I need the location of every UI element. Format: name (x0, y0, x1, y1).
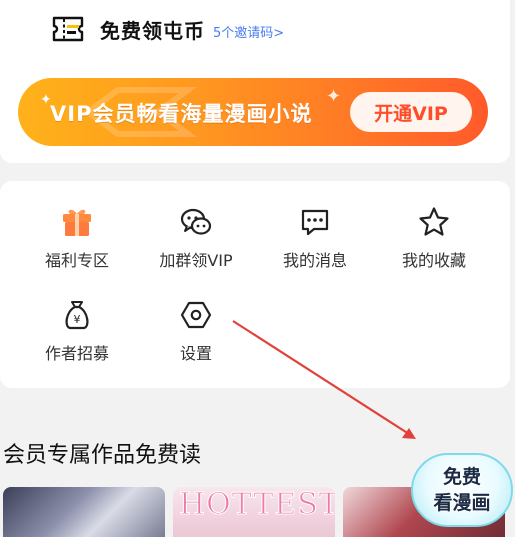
menu-label: 我的收藏 (401, 251, 466, 270)
menu-item-settings[interactable]: 设置 (141, 298, 251, 364)
star-icon (419, 207, 449, 236)
comic-cover[interactable] (3, 487, 165, 537)
gift-icon (63, 209, 91, 236)
menu-item-author-recruit[interactable]: ¥ 作者招募 (22, 298, 132, 364)
sparkle-icon: ✦ (326, 86, 342, 107)
menu-item-favorites[interactable]: 我的收藏 (379, 205, 489, 271)
ticket-icon (52, 16, 84, 42)
vip-banner-text: VIP会员畅看海量漫画小说 (50, 102, 313, 126)
comic-cover[interactable]: HOTTEST (173, 487, 335, 537)
settings-icon (180, 301, 212, 329)
menu-label: 我的消息 (282, 251, 347, 270)
message-icon (301, 209, 329, 236)
svg-text:¥: ¥ (74, 313, 81, 326)
float-badge-line1: 免费 (442, 466, 481, 488)
float-badge-line2: 看漫画 (433, 492, 491, 514)
menu-label: 福利专区 (44, 251, 109, 270)
section-title: 会员专属作品免费读 (3, 443, 202, 468)
free-coins-row[interactable]: 免费领屯币 5个邀请码> (52, 14, 284, 44)
free-coins-title: 免费领屯币 (100, 18, 205, 43)
cover-title: HOTTEST (179, 487, 335, 523)
menu-item-messages[interactable]: 我的消息 (260, 205, 370, 271)
invite-code-link[interactable]: 5个邀请码> (213, 22, 284, 41)
menu-item-join-group[interactable]: 加群领VIP (141, 205, 251, 271)
open-vip-button[interactable]: 开通VIP (350, 92, 472, 132)
menu-item-welfare[interactable]: 福利专区 (22, 205, 132, 271)
wechat-icon (180, 208, 212, 235)
menu-label: 加群领VIP (159, 251, 233, 270)
free-comics-float-button[interactable]: 免费 看漫画 (411, 453, 513, 527)
vip-banner[interactable]: ✦ ✦ VIP会员畅看海量漫画小说 开通VIP (18, 78, 488, 146)
menu-label: 设置 (179, 344, 212, 363)
top-card: 免费领屯币 5个邀请码> ✦ ✦ VIP会员畅看海量漫画小说 开通VIP (0, 0, 510, 163)
money-bag-icon: ¥ (65, 301, 89, 330)
menu-label: 作者招募 (44, 344, 109, 363)
menu-card: 福利专区 加群领VIP 我的消息 我的收藏 ¥ 作者招募 设置 (0, 181, 510, 388)
